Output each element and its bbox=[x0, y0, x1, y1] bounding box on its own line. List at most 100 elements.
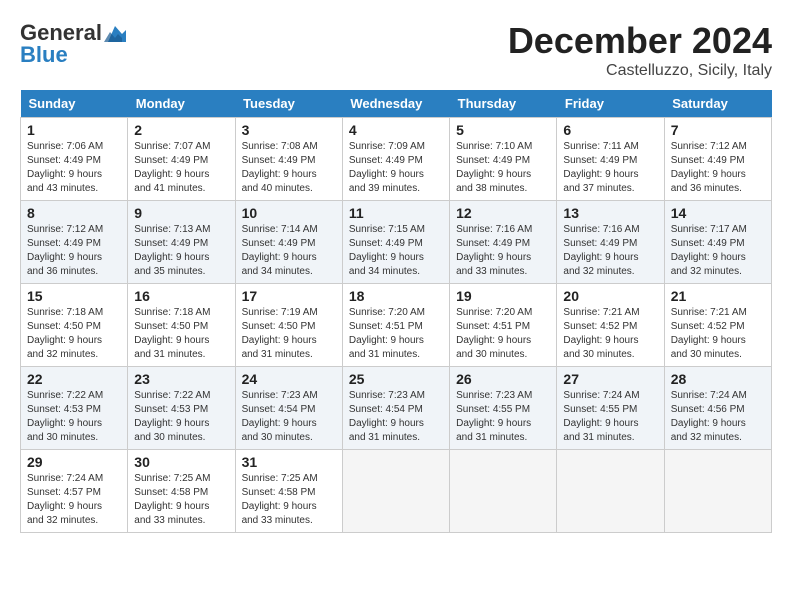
day-number: 3 bbox=[242, 122, 336, 138]
day-info: Sunrise: 7:21 AMSunset: 4:52 PMDaylight:… bbox=[671, 307, 747, 360]
day-info: Sunrise: 7:10 AMSunset: 4:49 PMDaylight:… bbox=[456, 141, 532, 194]
week-row-5: 29 Sunrise: 7:24 AMSunset: 4:57 PMDayligh… bbox=[21, 450, 772, 533]
day-info: Sunrise: 7:15 AMSunset: 4:49 PMDaylight:… bbox=[349, 224, 425, 277]
col-header-wednesday: Wednesday bbox=[342, 90, 449, 118]
day-number: 4 bbox=[349, 122, 443, 138]
day-info: Sunrise: 7:24 AMSunset: 4:55 PMDaylight:… bbox=[563, 390, 639, 443]
day-number: 7 bbox=[671, 122, 765, 138]
day-info: Sunrise: 7:11 AMSunset: 4:49 PMDaylight:… bbox=[563, 141, 638, 194]
day-info: Sunrise: 7:19 AMSunset: 4:50 PMDaylight:… bbox=[242, 307, 318, 360]
day-number: 16 bbox=[134, 288, 228, 304]
calendar-cell: 3 Sunrise: 7:08 AMSunset: 4:49 PMDaylight… bbox=[235, 118, 342, 201]
day-number: 15 bbox=[27, 288, 121, 304]
day-info: Sunrise: 7:20 AMSunset: 4:51 PMDaylight:… bbox=[349, 307, 425, 360]
day-number: 30 bbox=[134, 454, 228, 470]
day-info: Sunrise: 7:12 AMSunset: 4:49 PMDaylight:… bbox=[27, 224, 103, 277]
calendar-cell: 6 Sunrise: 7:11 AMSunset: 4:49 PMDaylight… bbox=[557, 118, 664, 201]
day-number: 13 bbox=[563, 205, 657, 221]
calendar-cell: 28Sunrise: 7:24 AMSunset: 4:56 PMDayligh… bbox=[664, 367, 771, 450]
day-number: 2 bbox=[134, 122, 228, 138]
calendar-cell: 22 Sunrise: 7:22 AMSunset: 4:53 PMDayligh… bbox=[21, 367, 128, 450]
calendar-cell: 26 Sunrise: 7:23 AMSunset: 4:55 PMDayligh… bbox=[450, 367, 557, 450]
month-title: December 2024 bbox=[508, 20, 772, 62]
day-number: 26 bbox=[456, 371, 550, 387]
calendar-cell: 20 Sunrise: 7:21 AMSunset: 4:52 PMDayligh… bbox=[557, 284, 664, 367]
day-number: 8 bbox=[27, 205, 121, 221]
day-info: Sunrise: 7:16 AMSunset: 4:49 PMDaylight:… bbox=[456, 224, 532, 277]
day-number: 29 bbox=[27, 454, 121, 470]
col-header-tuesday: Tuesday bbox=[235, 90, 342, 118]
location: Castelluzzo, Sicily, Italy bbox=[508, 62, 772, 80]
day-info: Sunrise: 7:18 AMSunset: 4:50 PMDaylight:… bbox=[27, 307, 103, 360]
calendar-cell: 23 Sunrise: 7:22 AMSunset: 4:53 PMDayligh… bbox=[128, 367, 235, 450]
day-number: 25 bbox=[349, 371, 443, 387]
week-row-4: 22 Sunrise: 7:22 AMSunset: 4:53 PMDayligh… bbox=[21, 367, 772, 450]
day-info: Sunrise: 7:14 AMSunset: 4:49 PMDaylight:… bbox=[242, 224, 318, 277]
calendar-cell: 9 Sunrise: 7:13 AMSunset: 4:49 PMDaylight… bbox=[128, 201, 235, 284]
day-number: 1 bbox=[27, 122, 121, 138]
week-row-3: 15 Sunrise: 7:18 AMSunset: 4:50 PMDayligh… bbox=[21, 284, 772, 367]
calendar-cell: 18Sunrise: 7:20 AMSunset: 4:51 PMDayligh… bbox=[342, 284, 449, 367]
calendar-cell: 24Sunrise: 7:23 AMSunset: 4:54 PMDayligh… bbox=[235, 367, 342, 450]
day-info: Sunrise: 7:21 AMSunset: 4:52 PMDaylight:… bbox=[563, 307, 639, 360]
calendar-cell: 15 Sunrise: 7:18 AMSunset: 4:50 PMDayligh… bbox=[21, 284, 128, 367]
col-header-friday: Friday bbox=[557, 90, 664, 118]
day-number: 22 bbox=[27, 371, 121, 387]
day-info: Sunrise: 7:06 AMSunset: 4:49 PMDaylight:… bbox=[27, 141, 103, 194]
day-info: Sunrise: 7:12 AMSunset: 4:49 PMDaylight:… bbox=[671, 141, 747, 194]
day-info: Sunrise: 7:23 AMSunset: 4:55 PMDaylight:… bbox=[456, 390, 532, 443]
day-number: 6 bbox=[563, 122, 657, 138]
calendar-cell bbox=[450, 450, 557, 533]
day-number: 12 bbox=[456, 205, 550, 221]
day-number: 19 bbox=[456, 288, 550, 304]
calendar-cell: 31 Sunrise: 7:25 AMSunset: 4:58 PMDayligh… bbox=[235, 450, 342, 533]
day-info: Sunrise: 7:17 AMSunset: 4:49 PMDaylight:… bbox=[671, 224, 747, 277]
calendar-cell: 12 Sunrise: 7:16 AMSunset: 4:49 PMDayligh… bbox=[450, 201, 557, 284]
day-number: 20 bbox=[563, 288, 657, 304]
calendar-cell: 21Sunrise: 7:21 AMSunset: 4:52 PMDayligh… bbox=[664, 284, 771, 367]
day-number: 31 bbox=[242, 454, 336, 470]
day-number: 23 bbox=[134, 371, 228, 387]
day-info: Sunrise: 7:18 AMSunset: 4:50 PMDaylight:… bbox=[134, 307, 210, 360]
day-number: 14 bbox=[671, 205, 765, 221]
day-number: 9 bbox=[134, 205, 228, 221]
header-row: SundayMondayTuesdayWednesdayThursdayFrid… bbox=[21, 90, 772, 118]
logo-blue: Blue bbox=[20, 42, 68, 68]
calendar-cell: 10 Sunrise: 7:14 AMSunset: 4:49 PMDayligh… bbox=[235, 201, 342, 284]
calendar-cell: 27 Sunrise: 7:24 AMSunset: 4:55 PMDayligh… bbox=[557, 367, 664, 450]
day-number: 5 bbox=[456, 122, 550, 138]
day-info: Sunrise: 7:08 AMSunset: 4:49 PMDaylight:… bbox=[242, 141, 318, 194]
calendar-cell: 4 Sunrise: 7:09 AMSunset: 4:49 PMDaylight… bbox=[342, 118, 449, 201]
day-number: 11 bbox=[349, 205, 443, 221]
calendar-cell: 14 Sunrise: 7:17 AMSunset: 4:49 PMDayligh… bbox=[664, 201, 771, 284]
col-header-sunday: Sunday bbox=[21, 90, 128, 118]
calendar-cell: 19Sunrise: 7:20 AMSunset: 4:51 PMDayligh… bbox=[450, 284, 557, 367]
day-info: Sunrise: 7:09 AMSunset: 4:49 PMDaylight:… bbox=[349, 141, 425, 194]
day-number: 10 bbox=[242, 205, 336, 221]
day-info: Sunrise: 7:07 AMSunset: 4:49 PMDaylight:… bbox=[134, 141, 210, 194]
day-info: Sunrise: 7:25 AMSunset: 4:58 PMDaylight:… bbox=[242, 473, 318, 526]
calendar-cell: 2 Sunrise: 7:07 AMSunset: 4:49 PMDaylight… bbox=[128, 118, 235, 201]
col-header-saturday: Saturday bbox=[664, 90, 771, 118]
calendar-cell: 11 Sunrise: 7:15 AMSunset: 4:49 PMDayligh… bbox=[342, 201, 449, 284]
calendar-cell: 29 Sunrise: 7:24 AMSunset: 4:57 PMDayligh… bbox=[21, 450, 128, 533]
day-info: Sunrise: 7:22 AMSunset: 4:53 PMDaylight:… bbox=[134, 390, 210, 443]
calendar-cell: 5 Sunrise: 7:10 AMSunset: 4:49 PMDaylight… bbox=[450, 118, 557, 201]
day-number: 17 bbox=[242, 288, 336, 304]
logo-icon bbox=[104, 24, 126, 42]
calendar-cell: 30 Sunrise: 7:25 AMSunset: 4:58 PMDayligh… bbox=[128, 450, 235, 533]
day-info: Sunrise: 7:25 AMSunset: 4:58 PMDaylight:… bbox=[134, 473, 210, 526]
logo: General Blue bbox=[20, 20, 126, 68]
day-number: 28 bbox=[671, 371, 765, 387]
day-info: Sunrise: 7:22 AMSunset: 4:53 PMDaylight:… bbox=[27, 390, 103, 443]
calendar-cell: 8 Sunrise: 7:12 AMSunset: 4:49 PMDaylight… bbox=[21, 201, 128, 284]
calendar-cell bbox=[342, 450, 449, 533]
day-info: Sunrise: 7:13 AMSunset: 4:49 PMDaylight:… bbox=[134, 224, 210, 277]
day-info: Sunrise: 7:16 AMSunset: 4:49 PMDaylight:… bbox=[563, 224, 639, 277]
day-info: Sunrise: 7:23 AMSunset: 4:54 PMDaylight:… bbox=[242, 390, 318, 443]
day-info: Sunrise: 7:24 AMSunset: 4:57 PMDaylight:… bbox=[27, 473, 103, 526]
calendar-cell bbox=[664, 450, 771, 533]
week-row-2: 8 Sunrise: 7:12 AMSunset: 4:49 PMDaylight… bbox=[21, 201, 772, 284]
day-number: 27 bbox=[563, 371, 657, 387]
calendar-cell bbox=[557, 450, 664, 533]
